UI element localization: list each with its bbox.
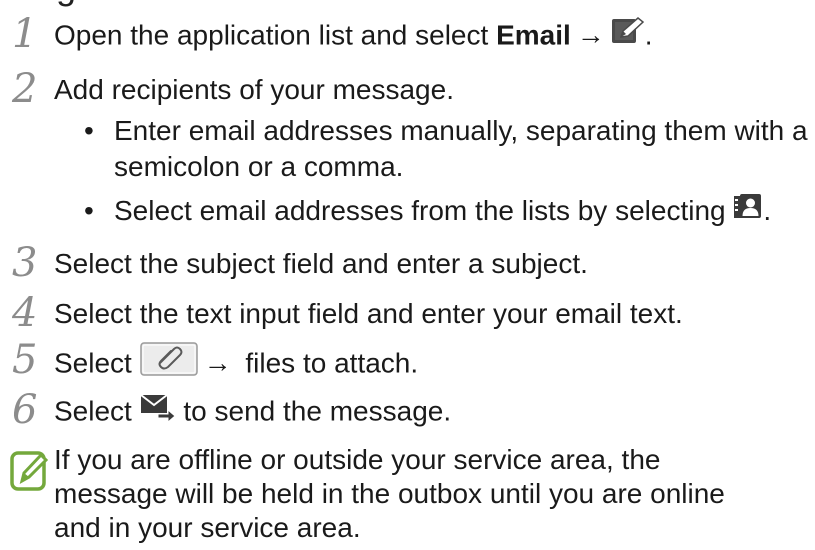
compose-icon: [611, 16, 645, 54]
step-6: 6 Select to send the message.: [0, 390, 815, 438]
step-4: 4 Select the text input field and enter …: [0, 293, 815, 341]
note-block: If you are offline or outside your servi…: [0, 443, 815, 550]
note-line-1: If you are offline or outside your servi…: [54, 444, 661, 475]
paperclip-icon: [139, 342, 198, 384]
note-line-2: message will be held in the outbox until…: [54, 478, 725, 509]
arrow-symbol: →: [203, 347, 232, 379]
step-text: Open the application list and select Ema…: [54, 16, 653, 56]
note-line-3: and in your service area.: [54, 512, 361, 543]
step-number: 4: [12, 290, 38, 336]
step-number: 1: [12, 11, 38, 57]
step-text: Select the text input field and enter yo…: [54, 298, 683, 329]
step-text-lead: Select: [54, 347, 140, 379]
step-text-end: .: [644, 19, 653, 51]
bullet-text: Select email addresses from the lists by…: [114, 192, 772, 231]
step-5: 5 Select → files to attach.: [0, 340, 815, 388]
step-number: 6: [12, 387, 38, 433]
email-app-label: Email: [496, 19, 571, 51]
step-text-lead: Select: [54, 395, 140, 427]
step-2: 2 Add recipients of your message.: [0, 69, 815, 117]
bullet-text-line-2: semicolon or a comma.: [114, 151, 404, 182]
step-number: 2: [12, 66, 38, 112]
note-icon: [10, 449, 50, 498]
step-text: Select the subject field and enter a sub…: [54, 248, 588, 279]
step-number: 5: [12, 337, 38, 383]
arrow-symbol: →: [576, 19, 605, 51]
section-title-fragment: g: [56, 0, 76, 8]
send-icon: [139, 392, 176, 430]
step-number: 3: [12, 240, 38, 286]
step-text-lead: Open the application list and select: [54, 19, 497, 51]
step-text: Add recipients of your message.: [54, 74, 454, 105]
bullet-text-end: .: [763, 195, 772, 226]
step-text-end: to send the message.: [175, 395, 452, 427]
step-text: Select → files to attach.: [54, 342, 419, 386]
step-3: 3 Select the subject field and enter a s…: [0, 243, 815, 291]
contacts-icon: [733, 192, 763, 228]
bullet-text-lead: Select email addresses from the lists by…: [114, 195, 734, 226]
step-text-end: files to attach.: [237, 347, 419, 379]
bullet-dot: •: [84, 195, 94, 226]
step-text: Select to send the message.: [54, 394, 451, 432]
step-1: 1 Open the application list and select E…: [0, 14, 815, 62]
bullet-text-line-1: Enter email addresses manually, separati…: [114, 115, 808, 146]
bullet-dot: •: [84, 115, 94, 146]
note-text: If you are offline or outside your servi…: [54, 443, 725, 545]
